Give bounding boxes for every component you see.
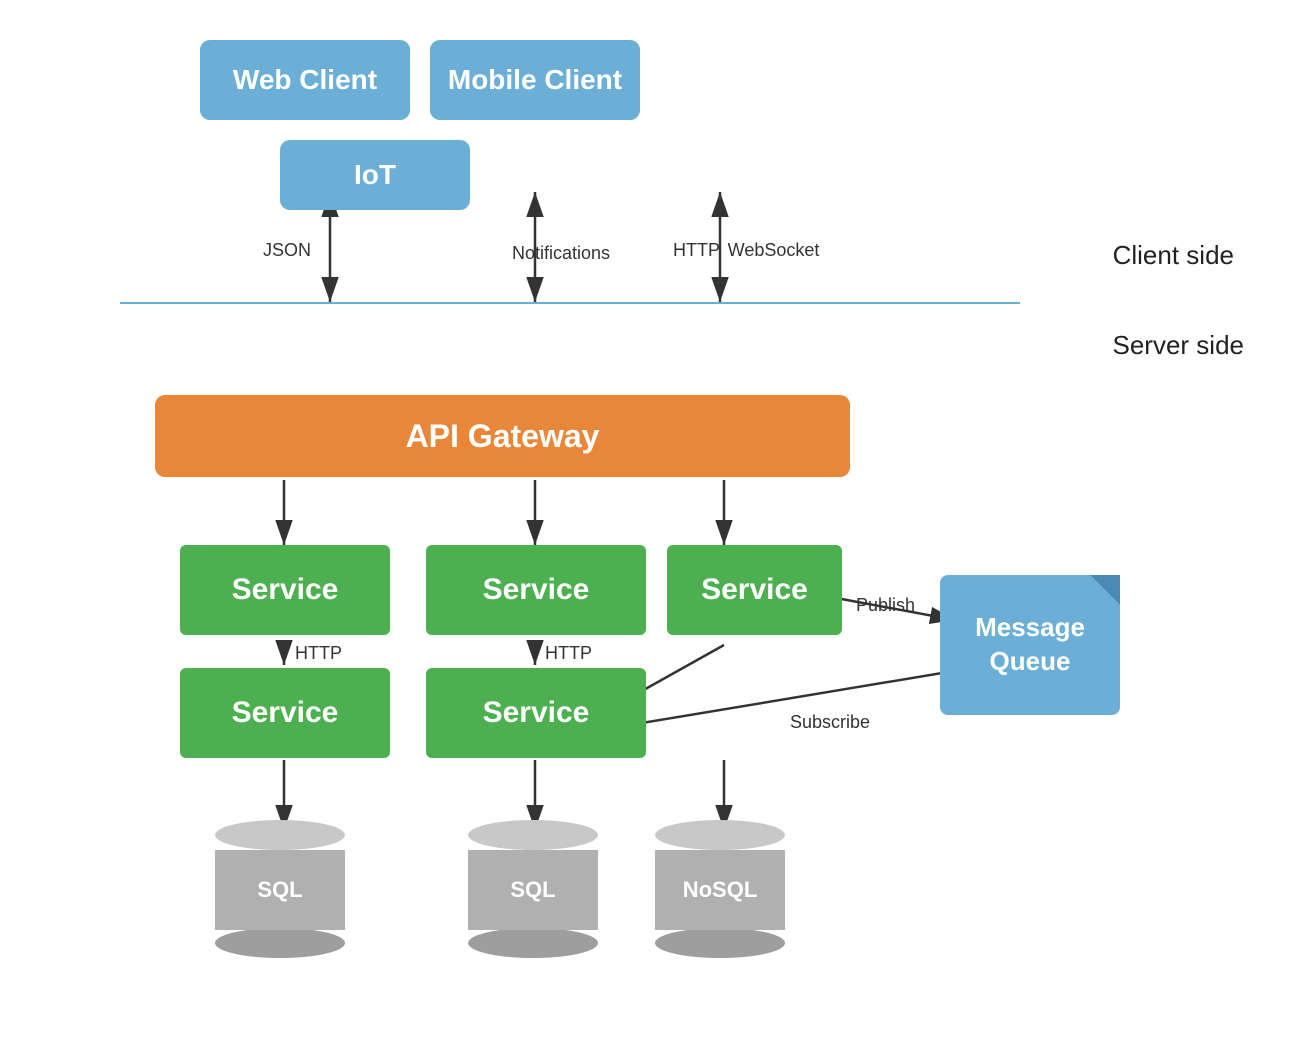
service-box-bottom-middle: Service	[426, 668, 646, 758]
sql2-database: SQL	[468, 820, 598, 958]
divider-line	[120, 302, 1020, 304]
http-label-middle: HTTP	[545, 643, 592, 664]
service-box-top-right: Service	[667, 545, 842, 635]
service-box-top-left: Service	[180, 545, 390, 635]
arrows-svg	[0, 0, 1294, 1038]
http-websocket-label: HTTP, WebSocket	[673, 240, 819, 261]
notifications-label: Notifications	[512, 243, 610, 264]
diagram-container: Web Client Mobile Client IoT Client side…	[0, 0, 1294, 1038]
subscribe-label: Subscribe	[790, 712, 870, 733]
client-side-label: Client side	[1113, 240, 1234, 271]
message-queue-box: MessageQueue	[940, 575, 1120, 715]
server-side-label: Server side	[1113, 330, 1245, 361]
web-client-box: Web Client	[200, 40, 410, 120]
json-label: JSON	[263, 240, 311, 261]
iot-box: IoT	[280, 140, 470, 210]
sql1-database: SQL	[215, 820, 345, 958]
nosql-database: NoSQL	[655, 820, 785, 958]
api-gateway-box: API Gateway	[155, 395, 850, 477]
service-box-top-middle: Service	[426, 545, 646, 635]
publish-label: Publish	[856, 595, 915, 616]
service-box-bottom-left: Service	[180, 668, 390, 758]
http-label-left: HTTP	[295, 643, 342, 664]
mobile-client-box: Mobile Client	[430, 40, 640, 120]
